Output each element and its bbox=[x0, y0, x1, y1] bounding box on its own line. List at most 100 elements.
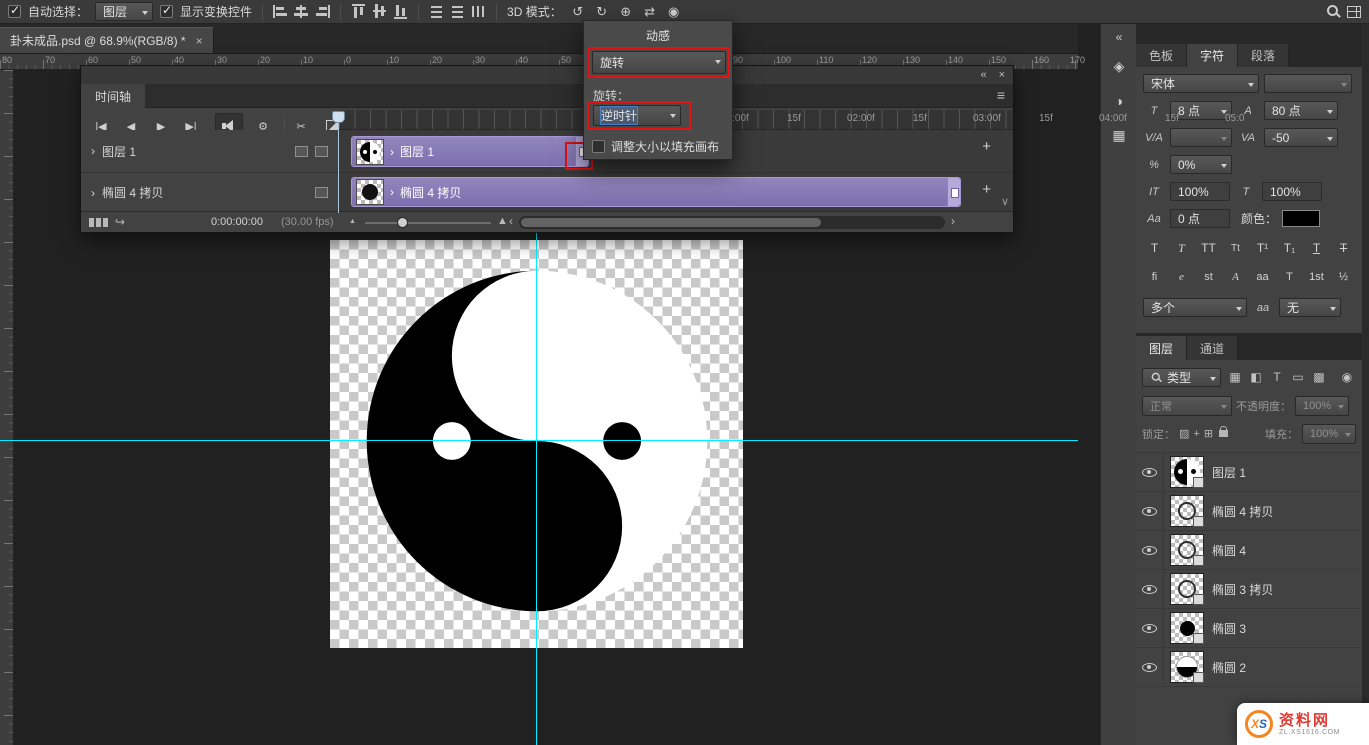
language-dropdown[interactable]: 多个 bbox=[1143, 298, 1247, 317]
proportional-spacing-dropdown[interactable]: 0% bbox=[1170, 155, 1232, 174]
layer-filter-icon[interactable]: ▩ bbox=[1310, 370, 1328, 384]
layer-row[interactable]: 椭圆 3 拷贝 bbox=[1136, 570, 1362, 609]
panel-menu-icon[interactable]: ≡ bbox=[997, 87, 1005, 103]
type-style-button[interactable]: Tt bbox=[1223, 238, 1248, 258]
clip-trim-handle[interactable] bbox=[947, 178, 960, 206]
layer-thumbnail[interactable] bbox=[1170, 573, 1204, 605]
distribute-center-icon[interactable] bbox=[450, 5, 465, 18]
timeline-scrollbar-thumb[interactable] bbox=[521, 218, 821, 227]
distribute-left-icon[interactable] bbox=[472, 4, 485, 19]
timeline-scrollbar[interactable] bbox=[519, 216, 945, 229]
clip-layer1[interactable]: › 图层 1 bbox=[351, 136, 589, 167]
layer-filter-icon[interactable]: ▭ bbox=[1289, 370, 1307, 384]
auto-select-checkbox[interactable] bbox=[8, 5, 21, 18]
font-style-dropdown[interactable] bbox=[1264, 74, 1352, 93]
layer-filter-dropdown[interactable]: 类型 bbox=[1142, 368, 1221, 387]
eye-icon[interactable] bbox=[1142, 585, 1157, 594]
align-center-v-icon[interactable] bbox=[373, 4, 386, 19]
auto-select-target-dropdown[interactable]: 图层 bbox=[95, 2, 153, 21]
add-media-button[interactable]: + bbox=[982, 181, 991, 198]
collapsed-panel-icon[interactable]: ◑ bbox=[1101, 93, 1137, 109]
layer-name[interactable]: 椭圆 4 bbox=[1212, 542, 1246, 559]
close-tab-icon[interactable]: × bbox=[196, 34, 203, 48]
workspace-icon[interactable] bbox=[1347, 6, 1361, 18]
lock-option-icon[interactable]: ⊞ bbox=[1204, 427, 1213, 440]
align-top-icon[interactable] bbox=[352, 4, 365, 19]
timeline-zoom-slider-handle[interactable] bbox=[397, 217, 408, 228]
layer-thumbnail[interactable] bbox=[1170, 495, 1204, 527]
scroll-right-icon[interactable]: › bbox=[951, 214, 955, 228]
frame-display-icon[interactable] bbox=[89, 218, 109, 227]
scroll-tracks-down-icon[interactable]: ∨ bbox=[1001, 195, 1009, 208]
type-style-button[interactable]: T bbox=[1331, 238, 1356, 258]
opentype-feature-button[interactable]: T bbox=[1277, 267, 1302, 287]
timeline-zoom-slider-track[interactable] bbox=[365, 222, 491, 224]
leading-dropdown[interactable]: 80 点 bbox=[1264, 101, 1338, 120]
opentype-feature-button[interactable]: A bbox=[1223, 267, 1248, 287]
track-label-layer1[interactable]: › 图层 1 bbox=[81, 130, 339, 172]
layer-name[interactable]: 椭圆 2 bbox=[1212, 659, 1246, 676]
eye-icon[interactable] bbox=[1142, 507, 1157, 516]
layer-name[interactable]: 椭圆 4 拷贝 bbox=[1212, 503, 1273, 520]
tab-character[interactable]: 字符 bbox=[1187, 44, 1238, 67]
collapsed-panel-icon[interactable]: ◈ bbox=[1101, 58, 1137, 75]
mode3d-icon[interactable]: ◉ bbox=[665, 4, 683, 20]
track-toggle-icon[interactable] bbox=[295, 146, 308, 157]
layer-row[interactable]: 图层 1 bbox=[1136, 453, 1362, 492]
align-right-icon[interactable] bbox=[315, 5, 330, 18]
layer-name[interactable]: 椭圆 3 bbox=[1212, 620, 1246, 637]
tab-layers[interactable]: 图层 bbox=[1136, 336, 1187, 360]
flip-icon[interactable]: ↪ bbox=[115, 215, 125, 229]
tab-swatches[interactable]: 色板 bbox=[1136, 44, 1187, 67]
type-style-button[interactable]: T bbox=[1142, 238, 1167, 258]
collapse-panel-icon[interactable]: « bbox=[980, 69, 986, 81]
visibility-cell[interactable] bbox=[1136, 453, 1164, 491]
layer-thumbnail[interactable] bbox=[1170, 651, 1204, 683]
opentype-feature-button[interactable]: st bbox=[1196, 267, 1221, 287]
layer-row[interactable]: 椭圆 3 bbox=[1136, 609, 1362, 648]
eye-icon[interactable] bbox=[1142, 624, 1157, 633]
eye-icon[interactable] bbox=[1142, 663, 1157, 672]
kerning-dropdown[interactable] bbox=[1170, 128, 1232, 147]
dock-scrollbar[interactable] bbox=[1362, 24, 1369, 745]
align-left-icon[interactable] bbox=[273, 5, 288, 18]
layer-name[interactable]: 图层 1 bbox=[1212, 464, 1246, 481]
filter-toggle-icon[interactable]: ◉ bbox=[1338, 370, 1356, 384]
visibility-cell[interactable] bbox=[1136, 648, 1164, 686]
visibility-cell[interactable] bbox=[1136, 609, 1164, 647]
layer-name[interactable]: 椭圆 3 拷贝 bbox=[1212, 581, 1273, 598]
track-toggle-icon[interactable] bbox=[315, 187, 328, 198]
clip-ellipse4copy[interactable]: › 椭圆 4 拷贝 bbox=[351, 177, 961, 207]
layer-row[interactable]: 椭圆 2 bbox=[1136, 648, 1362, 687]
mode3d-icon[interactable]: ⊕ bbox=[617, 4, 635, 20]
tab-paragraph[interactable]: 段落 bbox=[1238, 44, 1289, 67]
font-family-dropdown[interactable]: 宋体 bbox=[1143, 74, 1259, 93]
layer-filter-icon[interactable]: T bbox=[1268, 370, 1286, 384]
type-style-button[interactable]: T bbox=[1304, 238, 1329, 258]
eye-icon[interactable] bbox=[1142, 468, 1157, 477]
document-tab[interactable]: 卦未成品.psd @ 68.9%(RGB/8) * × bbox=[0, 27, 214, 53]
layer-thumbnail[interactable] bbox=[1170, 534, 1204, 566]
track-label-ellipse4copy[interactable]: › 椭圆 4 拷贝 bbox=[81, 173, 339, 212]
playhead-handle[interactable] bbox=[332, 111, 345, 123]
type-style-button[interactable]: T¹ bbox=[1250, 238, 1275, 258]
lock-all-icon[interactable] bbox=[1219, 430, 1228, 437]
layer-thumbnail[interactable] bbox=[1170, 612, 1204, 644]
tracking-dropdown[interactable]: -50 bbox=[1264, 128, 1338, 147]
vertical-scale-field[interactable]: 100% bbox=[1170, 182, 1230, 201]
zoom-out-icon[interactable]: ▲ bbox=[349, 218, 356, 225]
vertical-ruler[interactable] bbox=[0, 70, 14, 745]
layer-row[interactable]: 椭圆 4 拷贝 bbox=[1136, 492, 1362, 531]
mode3d-icon[interactable]: ↻ bbox=[593, 4, 611, 20]
add-media-button[interactable]: + bbox=[982, 138, 991, 155]
resize-checkbox[interactable] bbox=[592, 140, 605, 153]
collapsed-panel-icon[interactable]: ▦ bbox=[1101, 127, 1137, 144]
lock-option-icon[interactable]: ▨ bbox=[1179, 427, 1189, 440]
disclosure-icon[interactable]: › bbox=[390, 185, 394, 199]
layer-filter-icon[interactable]: ◧ bbox=[1247, 370, 1265, 384]
align-bottom-icon[interactable] bbox=[394, 4, 407, 19]
lock-option-icon[interactable]: + bbox=[1193, 428, 1199, 440]
layer-row[interactable]: 椭圆 4 bbox=[1136, 531, 1362, 570]
opentype-feature-button[interactable]: fi bbox=[1142, 267, 1167, 287]
eye-icon[interactable] bbox=[1142, 546, 1157, 555]
